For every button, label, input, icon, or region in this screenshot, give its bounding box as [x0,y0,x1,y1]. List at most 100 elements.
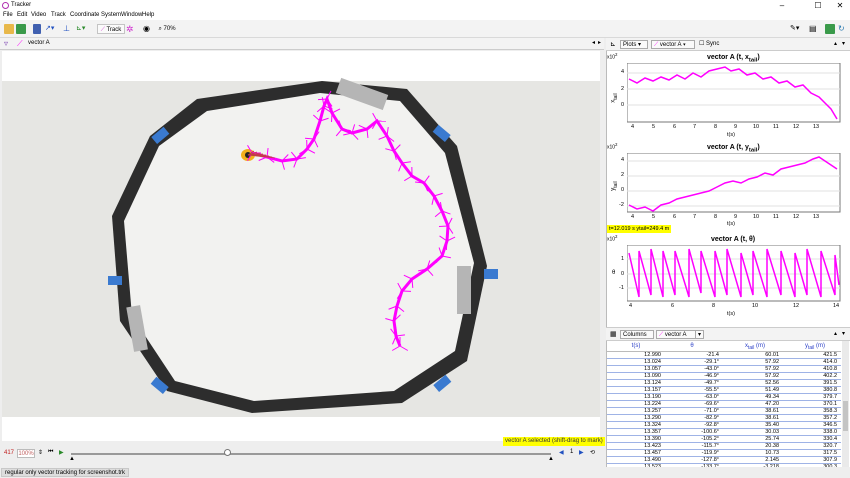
minimize-panel-icon[interactable]: ▾ [842,330,845,337]
table-row[interactable]: 13.490 -127.8° 2.145 307.9 [607,457,841,464]
loop-icon[interactable]: ⟲ [590,449,595,456]
table-row[interactable]: 13.357 -100.6° 30.03 338.0 [607,429,841,436]
column-header-t[interactable]: t(s) [621,343,651,349]
table-row[interactable]: 13.090 -46.9° 57.92 402.2 [607,373,841,380]
minimize-button[interactable]: – [772,1,792,10]
step-back-button[interactable]: ◀ [559,449,564,456]
table-cell: -63.0° [704,394,719,400]
video-panel[interactable] [2,51,600,441]
table-row[interactable]: 13.157 -55.5° 51.49 380.8 [607,387,841,394]
table-cell: 38.61 [765,415,779,421]
table-cell: -21.4 [706,352,719,358]
plot-track-selector[interactable]: ⟋ vector A ▾ [651,40,695,49]
menu-help[interactable]: Help [142,12,154,18]
table-cell: 52.56 [765,380,779,386]
table-cell: 13.357 [644,429,661,435]
refresh-icon[interactable]: ↻ [838,24,848,34]
maximize-panel-icon[interactable]: ▴ [834,40,837,47]
rate-field[interactable]: 100% [17,449,35,458]
file-tab[interactable]: regular only vector tracking for screens… [1,468,130,477]
coordinate-axes-icon[interactable]: ⊾▾ [76,24,86,34]
table-row[interactable]: 13.390 -105.2° 25.74 330.4 [607,436,841,443]
table-cell: 346.5 [823,422,837,428]
table-row[interactable]: 13.124 -49.7° 52.56 391.5 [607,380,841,387]
table-cell: 38.61 [765,408,779,414]
plot-area[interactable] [627,245,841,302]
maximize-button[interactable]: ☐ [808,1,828,10]
menu-video[interactable]: Video [31,12,46,18]
sync-checkbox[interactable]: ☐ Sync [697,40,725,49]
table-row[interactable]: 13.057 -43.0° 57.92 410.8 [607,366,841,373]
data-library-icon[interactable] [825,24,835,34]
clip-settings-icon[interactable] [33,24,41,34]
rate-spinner-icon[interactable]: ⇕ [38,449,43,456]
table-row[interactable]: 13.290 -82.9° 38.61 357.2 [607,415,841,422]
step-size[interactable]: 1 [570,449,573,455]
close-button[interactable]: ✕ [830,1,850,10]
menu-window[interactable]: Window [121,12,142,18]
video-frame[interactable] [2,51,600,441]
tracker-logo-icon [2,2,9,9]
table-row[interactable]: 13.457 -119.9° 10.73 317.5 [607,450,841,457]
zoom-button[interactable]: ⌕ 70% [156,24,178,34]
table-row[interactable]: 13.024 -29.1° 57.92 414.0 [607,359,841,366]
autotracker-icon[interactable]: ✲ [126,24,136,34]
minimize-panel-icon[interactable]: ▾ [842,40,845,47]
data-table[interactable]: t(s) θ xtail (m) ytail (m) 12.990 -21.4 60… [607,341,841,467]
columns-button[interactable]: Columns ▾ [620,330,654,347]
plot-area[interactable] [627,63,841,123]
play-button[interactable]: ▶ [59,449,64,456]
frame-counter: 417 [4,450,15,456]
plot-area[interactable] [627,153,841,213]
menu-coordinate-system[interactable]: Coordinate System [70,12,121,18]
table-row[interactable]: 12.990 -21.4 60.01 421.5 [607,352,841,359]
plot-multiplier: x102 [607,142,618,151]
eye-icon[interactable]: ◉ [143,24,153,34]
timeline-thumb[interactable] [224,449,231,456]
track-name[interactable]: vector A [28,40,50,46]
end-marker-icon[interactable]: ▲ [548,456,554,462]
save-icon[interactable] [16,24,26,34]
table-row[interactable]: 13.190 -63.0° 49.34 379.7 [607,394,841,401]
pencil-icon[interactable]: ✎▾ [790,24,800,34]
reset-button[interactable]: ⏮ [48,449,53,456]
plot-theta[interactable]: x102 vector A (t, θ) θ 1 0 -1 4 6 8 10 1… [607,234,843,322]
open-folder-icon[interactable] [4,24,14,34]
create-track-button[interactable]: ⟋ Track [97,24,125,34]
collapse-right-icon[interactable]: ▸ [598,39,601,46]
plot-y-tail[interactable]: x102 vector A (t, ytail) ytail 4 2 0 -2 … [607,142,843,234]
table-row[interactable]: 13.224 -69.6° 47.20 370.1 [607,401,841,408]
column-header-theta[interactable]: θ [677,343,707,349]
step-forward-button[interactable]: ▶ [579,449,584,456]
collapse-left-icon[interactable]: ◂ [592,39,595,46]
timeline-track[interactable] [71,453,551,455]
calibration-tools-icon[interactable]: ↗▾ [45,24,55,34]
plot-x-tail[interactable]: x102 vector A (t, xtail) xtail 4 2 0 4 5… [607,52,843,141]
player-bar: 417 100% ⇕ ⏮ ▶ ▲ ▲ ◀ 1 ▶ ⟲ [0,443,604,466]
filter-icon[interactable]: ▿ [4,39,8,48]
menu-edit[interactable]: Edit [17,12,27,18]
status-bar: regular only vector tracking for screens… [0,467,850,478]
table-cell: 13.390 [644,436,661,442]
scrollbar-thumb[interactable] [843,401,848,431]
table-row[interactable]: 13.523 -133.7° -3.218 300.3 [607,464,841,467]
table-scrollbar[interactable] [842,341,849,467]
track-dropdown-icon[interactable]: ▾ [695,330,704,339]
title-bar: Tracker – ☐ ✕ [0,0,850,11]
table-row[interactable]: 13.324 -92.8° 35.40 346.5 [607,422,841,429]
table-track-selector[interactable]: ⟋ vector A [656,330,696,339]
column-header-ytail[interactable]: ytail (m) [793,343,837,351]
maximize-panel-icon[interactable]: ▴ [834,330,837,337]
menu-track[interactable]: Track [51,12,66,18]
axes-icon[interactable]: ⊥ [63,24,73,34]
menu-file[interactable]: File [3,12,13,18]
table-row[interactable]: 13.257 -71.0° 38.61 358.3 [607,408,841,415]
status-message: vector A selected (shift-drag to mark) [503,437,605,446]
table-cell: -71.0° [704,408,719,414]
table-row[interactable]: 13.423 -115.7° 20.38 320.7 [607,443,841,450]
start-marker-icon[interactable]: ▲ [69,456,75,462]
plot-title: vector A (t, ytail) [707,144,760,154]
column-header-xtail[interactable]: xtail (m) [735,343,775,351]
notes-icon[interactable]: ▤ [809,24,819,34]
plots-button[interactable]: Plots ▾ [620,40,648,49]
